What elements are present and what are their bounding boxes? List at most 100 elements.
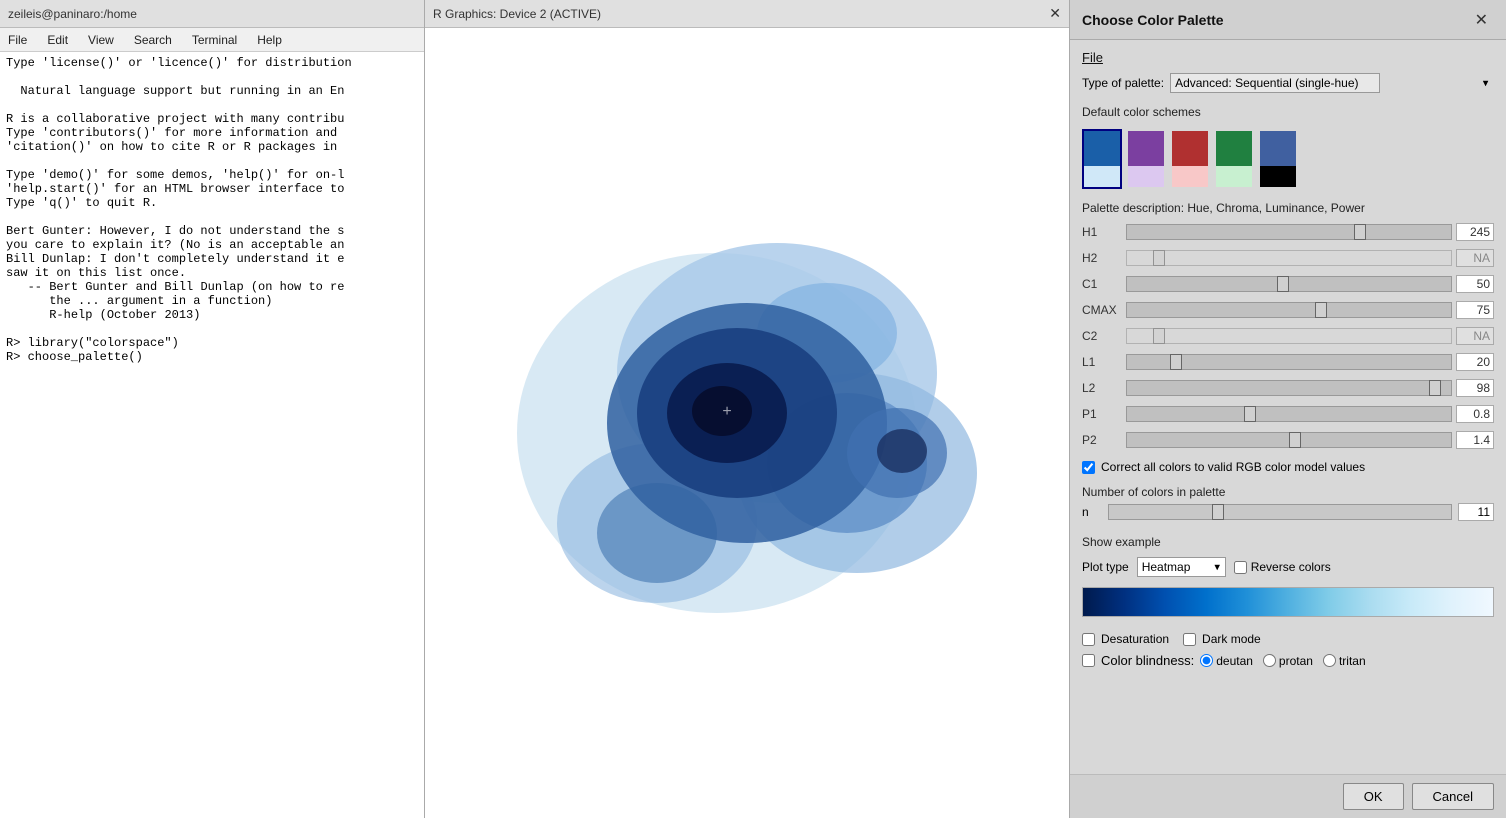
slider-track-c1[interactable] <box>1126 276 1452 292</box>
n-label: n <box>1082 505 1102 519</box>
slider-row-c1: C1 50 <box>1082 275 1494 293</box>
slider-label-l1: L1 <box>1082 355 1122 369</box>
palette-type-select-wrapper: Advanced: Sequential (single-hue) Advanc… <box>1170 73 1494 93</box>
color-blindness-radio-group: deutan protan tritan <box>1200 654 1365 668</box>
graphics-close-button[interactable]: ✕ <box>1049 5 1061 22</box>
palette-type-label: Type of palette: <box>1082 76 1164 90</box>
slider-value-h1: 245 <box>1456 223 1494 241</box>
slider-value-p2: 1.4 <box>1456 431 1494 449</box>
slider-row-h2: H2 NA <box>1082 249 1494 267</box>
slider-value-p1: 0.8 <box>1456 405 1494 423</box>
slider-thumb-l2[interactable] <box>1429 380 1441 396</box>
menu-search[interactable]: Search <box>130 31 176 49</box>
slider-thumb-p1[interactable] <box>1244 406 1256 422</box>
swatch-blue[interactable] <box>1082 129 1122 189</box>
palette-type-select[interactable]: Advanced: Sequential (single-hue) Advanc… <box>1170 73 1380 93</box>
slider-row-l2: L2 98 <box>1082 379 1494 397</box>
slider-label-p2: P2 <box>1082 433 1122 447</box>
action-buttons: OK Cancel <box>1070 774 1506 818</box>
plot-type-row: Plot type Heatmap Bar Scatter Lines Pie … <box>1082 557 1494 577</box>
menu-terminal[interactable]: Terminal <box>188 31 241 49</box>
ok-button[interactable]: OK <box>1343 783 1404 810</box>
n-colors-label: Number of colors in palette <box>1082 485 1494 499</box>
correct-rgb-checkbox[interactable] <box>1082 461 1095 474</box>
menu-view[interactable]: View <box>84 31 118 49</box>
menu-edit[interactable]: Edit <box>43 31 72 49</box>
plot-type-select[interactable]: Heatmap Bar Scatter Lines Pie Spine Matr… <box>1137 557 1226 577</box>
radio-protan-input[interactable] <box>1263 654 1276 667</box>
radio-deutan-input[interactable] <box>1200 654 1213 667</box>
color-blindness-checkbox[interactable] <box>1082 654 1095 667</box>
show-example-label: Show example <box>1082 535 1494 549</box>
menu-help[interactable]: Help <box>253 31 286 49</box>
slider-thumb-l1[interactable] <box>1170 354 1182 370</box>
desaturation-checkbox[interactable] <box>1082 633 1095 646</box>
slider-row-l1: L1 20 <box>1082 353 1494 371</box>
slider-value-cmax: 75 <box>1456 301 1494 319</box>
slider-row-p2: P2 1.4 <box>1082 431 1494 449</box>
n-slider-row: n <box>1082 503 1494 521</box>
slider-track-p2[interactable] <box>1126 432 1452 448</box>
desaturation-row: Desaturation Dark mode <box>1082 632 1494 646</box>
terminal-panel: zeileis@paninaro:/home File Edit View Se… <box>0 0 425 818</box>
palette-content: File Type of palette: Advanced: Sequenti… <box>1070 40 1506 774</box>
palette-panel: Choose Color Palette ✕ File Type of pale… <box>1070 0 1506 818</box>
swatch-dark[interactable] <box>1258 129 1298 189</box>
n-colors-section: Number of colors in palette n <box>1082 483 1494 525</box>
dark-mode-checkbox[interactable] <box>1183 633 1196 646</box>
slider-thumb-c2 <box>1153 328 1165 344</box>
slider-label-p1: P1 <box>1082 407 1122 421</box>
slider-row-c2: C2 NA <box>1082 327 1494 345</box>
n-slider-thumb[interactable] <box>1212 504 1224 520</box>
slider-track-p1[interactable] <box>1126 406 1452 422</box>
slider-thumb-c1[interactable] <box>1277 276 1289 292</box>
slider-value-h2: NA <box>1456 249 1494 267</box>
slider-track-l1[interactable] <box>1126 354 1452 370</box>
heatmap-visualization: + <box>457 173 1037 673</box>
slider-row-cmax: CMAX 75 <box>1082 301 1494 319</box>
swatch-green[interactable] <box>1214 129 1254 189</box>
correct-rgb-row: Correct all colors to valid RGB color mo… <box>1082 460 1494 474</box>
palette-close-button[interactable]: ✕ <box>1469 8 1494 32</box>
slider-track-cmax[interactable] <box>1126 302 1452 318</box>
slider-track-l2[interactable] <box>1126 380 1452 396</box>
n-slider-track[interactable] <box>1108 504 1452 520</box>
slider-track-h1[interactable] <box>1126 224 1452 240</box>
slider-thumb-cmax[interactable] <box>1315 302 1327 318</box>
terminal-content[interactable]: Type 'license()' or 'licence()' for dist… <box>0 52 424 818</box>
graphics-title: R Graphics: Device 2 (ACTIVE) <box>433 7 601 21</box>
reverse-colors-checkbox[interactable] <box>1234 561 1247 574</box>
default-schemes-label: Default color schemes <box>1082 105 1494 119</box>
swatch-purple[interactable] <box>1126 129 1166 189</box>
palette-titlebar: Choose Color Palette ✕ <box>1070 0 1506 40</box>
bottom-checks: Desaturation Dark mode Color blindness: … <box>1082 629 1494 668</box>
palette-title: Choose Color Palette <box>1082 12 1224 28</box>
svg-text:+: + <box>722 403 731 420</box>
menu-file[interactable]: File <box>4 31 31 49</box>
radio-tritan-input[interactable] <box>1323 654 1336 667</box>
radio-protan: protan <box>1263 654 1313 668</box>
slider-track-h2 <box>1126 250 1452 266</box>
slider-label-h2: H2 <box>1082 251 1122 265</box>
slider-row-p1: P1 0.8 <box>1082 405 1494 423</box>
terminal-title: zeileis@paninaro:/home <box>8 7 137 21</box>
slider-label-c1: C1 <box>1082 277 1122 291</box>
file-menu-item[interactable]: File <box>1082 48 1494 67</box>
swatch-red[interactable] <box>1170 129 1210 189</box>
select-chevron-icon: ▼ <box>1481 78 1490 88</box>
slider-label-h1: H1 <box>1082 225 1122 239</box>
dark-mode-label: Dark mode <box>1202 632 1261 646</box>
slider-value-c2: NA <box>1456 327 1494 345</box>
slider-label-l2: L2 <box>1082 381 1122 395</box>
n-value-input[interactable] <box>1458 503 1494 521</box>
reverse-colors-row: Reverse colors <box>1234 560 1331 574</box>
slider-thumb-h1[interactable] <box>1354 224 1366 240</box>
graphics-content: + <box>425 28 1069 818</box>
correct-rgb-label: Correct all colors to valid RGB color mo… <box>1101 460 1365 474</box>
slider-thumb-p2[interactable] <box>1289 432 1301 448</box>
palette-type-row: Type of palette: Advanced: Sequential (s… <box>1082 73 1494 93</box>
terminal-titlebar: zeileis@paninaro:/home <box>0 0 424 28</box>
palette-description: Palette description: Hue, Chroma, Lumina… <box>1082 201 1494 215</box>
cancel-button[interactable]: Cancel <box>1412 783 1494 810</box>
terminal-menubar: File Edit View Search Terminal Help <box>0 28 424 52</box>
